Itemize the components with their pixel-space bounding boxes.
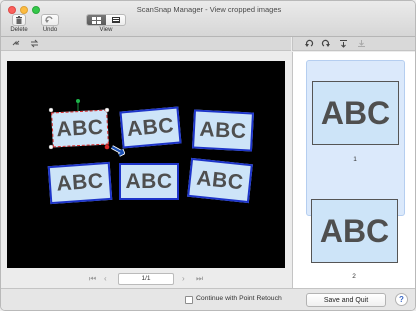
card-text: ABC: [125, 169, 173, 193]
view-single-button[interactable]: [106, 15, 125, 25]
card-text: ABC: [195, 166, 245, 194]
page-number-field[interactable]: 1/1: [118, 273, 174, 285]
rotate-handle[interactable]: [76, 99, 80, 103]
card-text: ABC: [55, 169, 105, 196]
view-label: View: [99, 27, 113, 33]
thumb-text: ABC: [320, 94, 391, 131]
bottom-bar: Continue with Point Retouch Save and Qui…: [1, 288, 415, 310]
delete-button[interactable]: [12, 14, 26, 26]
pager: ⏮ ‹ 1/1 › ⏭: [1, 271, 291, 287]
undo-label: Undo: [42, 27, 58, 33]
card-text: ABC: [126, 113, 175, 141]
view-single-icon: [111, 17, 120, 23]
rotate-crop-icon[interactable]: [12, 39, 21, 48]
editor-toolbar: [1, 37, 291, 51]
thumbnail-number: 2: [352, 273, 356, 280]
prev-page-button[interactable]: ‹: [104, 274, 107, 284]
crop-card-3[interactable]: ABC: [192, 109, 254, 152]
thumbnail-1[interactable]: ABC: [312, 81, 399, 145]
scansnap-window: ScanSnap Manager - View cropped images D…: [0, 0, 416, 311]
thumb-text: ABC: [319, 212, 390, 249]
thumbnail-toolbar: [292, 37, 415, 51]
swap-icon[interactable]: [30, 39, 39, 48]
point-retouch-label: Continue with Point Retouch: [196, 295, 282, 302]
trash-icon: [16, 16, 22, 24]
next-page-button[interactable]: ›: [182, 274, 185, 284]
first-page-button[interactable]: ⏮: [89, 274, 96, 284]
undo-icon: [45, 16, 53, 23]
title-bar: ScanSnap Manager - View cropped images D…: [1, 1, 415, 37]
rotate-right-icon[interactable]: [321, 39, 330, 48]
point-retouch-checkbox[interactable]: [185, 296, 193, 304]
flip-icon[interactable]: [339, 39, 348, 48]
delete-tool[interactable]: Delete: [9, 14, 29, 33]
view-multi-button[interactable]: [87, 15, 106, 25]
window-title: ScanSnap Manager - View cropped images: [136, 5, 282, 14]
selection-handles[interactable]: [47, 105, 111, 153]
arrow-icon: [111, 145, 125, 157]
thumbnail-number: 1: [353, 156, 357, 163]
view-segmented-control[interactable]: [86, 14, 126, 26]
crop-card-5[interactable]: ABC: [119, 163, 179, 200]
thumbnail-panel: ABC 1 ABC 2: [292, 52, 415, 288]
view-multi-icon: [91, 16, 101, 24]
card-text: ABC: [198, 117, 248, 143]
save-page-icon[interactable]: [357, 39, 366, 48]
crop-card-2[interactable]: ABC: [119, 106, 182, 149]
undo-tool[interactable]: Undo: [39, 14, 61, 33]
crop-card-6[interactable]: ABC: [187, 157, 253, 204]
help-button[interactable]: ?: [395, 293, 408, 306]
rotate-left-icon[interactable]: [305, 39, 314, 48]
image-canvas[interactable]: ABC ABC ABC ABC ABC ABC: [7, 61, 285, 268]
save-and-quit-button[interactable]: Save and Quit: [306, 293, 386, 307]
view-tool[interactable]: View: [85, 14, 127, 33]
last-page-button[interactable]: ⏭: [196, 274, 203, 284]
crop-card-4[interactable]: ABC: [47, 161, 113, 205]
undo-button[interactable]: [41, 14, 59, 26]
thumbnail-2[interactable]: ABC: [311, 199, 398, 263]
delete-label: Delete: [10, 27, 28, 33]
